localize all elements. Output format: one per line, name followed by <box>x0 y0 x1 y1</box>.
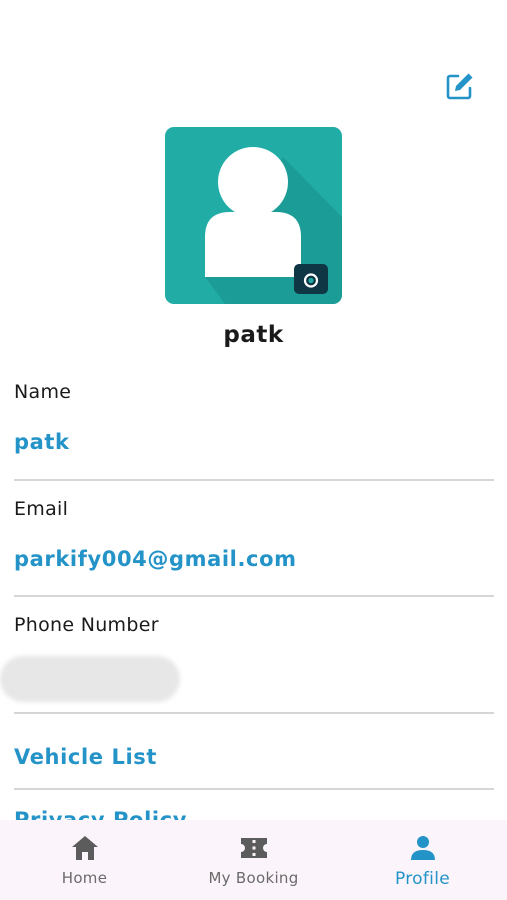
change-photo-button[interactable] <box>294 264 328 294</box>
nav-my-booking[interactable]: My Booking <box>169 820 338 900</box>
nav-home[interactable]: Home <box>0 820 169 900</box>
ticket-icon <box>240 838 267 858</box>
profile-screen: patk Name patk Email parkify004@gmail.co… <box>0 0 507 900</box>
email-value: parkify004@gmail.com <box>14 547 297 571</box>
name-field: Name patk <box>14 381 494 454</box>
bottom-navigation: Home My Booking Profile <box>0 820 507 900</box>
edit-icon <box>446 73 473 100</box>
phone-value-redacted <box>0 656 180 702</box>
nav-home-label: Home <box>61 869 108 887</box>
vehicle-list-link[interactable]: Vehicle List <box>14 745 157 769</box>
phone-field: Phone Number <box>0 614 494 702</box>
divider <box>14 595 494 597</box>
profile-username: patk <box>223 322 284 348</box>
email-field: Email parkify004@gmail.com <box>14 498 494 571</box>
camera-icon <box>300 270 322 288</box>
edit-profile-button[interactable] <box>442 68 478 104</box>
phone-label: Phone Number <box>14 614 159 636</box>
divider <box>14 788 494 790</box>
divider <box>14 712 494 714</box>
nav-profile[interactable]: Profile <box>338 820 507 900</box>
name-label: Name <box>14 381 72 403</box>
divider <box>14 479 494 481</box>
name-value: patk <box>14 430 70 454</box>
person-icon <box>410 836 435 860</box>
home-icon <box>71 836 98 860</box>
nav-my-booking-label: My Booking <box>208 869 299 887</box>
nav-profile-label: Profile <box>395 869 450 889</box>
email-label: Email <box>14 498 69 520</box>
